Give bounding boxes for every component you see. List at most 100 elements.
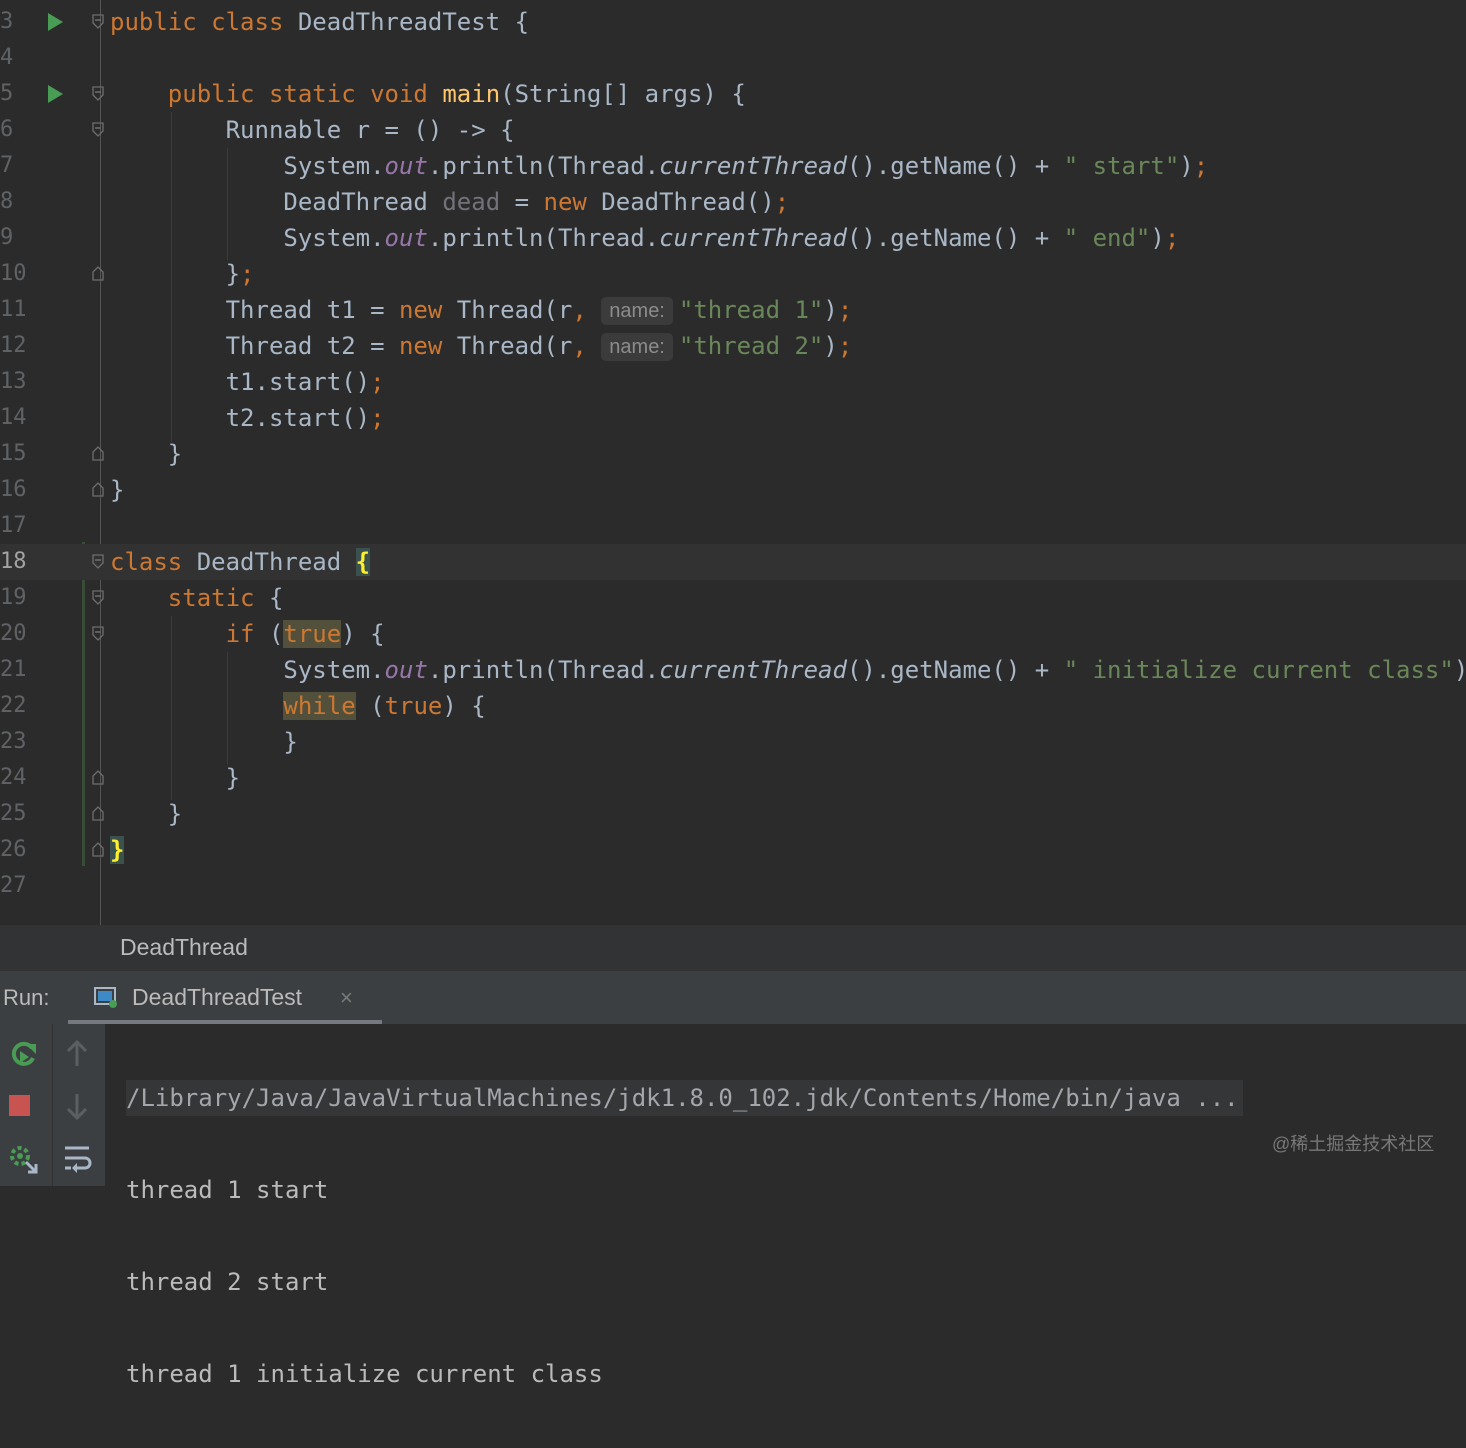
fold-end-icon[interactable] — [92, 842, 104, 857]
run-panel-body: /Library/Java/JavaVirtualMachines/jdk1.8… — [0, 1024, 1466, 1388]
code-text: DeadThread dead = new DeadThread(); — [110, 184, 789, 220]
code-line[interactable]: 21 System.out.println(Thread.currentThre… — [0, 652, 1466, 688]
code-token: ; — [1193, 152, 1209, 180]
code-line[interactable]: 12 Thread t2 = new Thread(r, name: "threa… — [0, 328, 1466, 364]
code-text: } — [110, 760, 240, 796]
code-token: ().getName() + — [846, 656, 1064, 684]
run-play-icon[interactable] — [48, 13, 63, 31]
stop-icon[interactable] — [6, 1088, 42, 1124]
code-line[interactable]: 27 — [0, 868, 1466, 904]
code-token: currentThread — [659, 152, 847, 180]
line-number: 21 — [0, 657, 27, 682]
code-text: Runnable r = () -> { — [110, 112, 515, 148]
code-token: DeadThreadTest { — [297, 8, 530, 36]
fold-collapse-icon[interactable] — [92, 14, 104, 29]
code-line[interactable]: 22 while (true) { — [0, 688, 1466, 724]
code-line[interactable]: 9 System.out.println(Thread.currentThrea… — [0, 220, 1466, 256]
code-line[interactable]: 13 t1.start(); — [0, 364, 1466, 400]
code-line[interactable]: 10 }; — [0, 256, 1466, 292]
code-token: ; — [370, 368, 385, 396]
code-line[interactable]: 14 t2.start(); — [0, 400, 1466, 436]
code-token: out — [384, 656, 428, 684]
run-label: Run: — [3, 985, 50, 1010]
code-token: ; — [370, 404, 385, 432]
code-token: true — [283, 620, 342, 648]
breadcrumb-item[interactable]: DeadThread — [120, 925, 248, 970]
code-line[interactable]: 19 static { — [0, 580, 1466, 616]
code-token: ) — [1454, 656, 1466, 684]
code-text: Thread t2 = new Thread(r, name: "thread 2… — [110, 328, 852, 364]
run-play-icon[interactable] — [48, 85, 63, 103]
code-text: t2.start(); — [110, 400, 385, 436]
code-token: " end" — [1063, 224, 1151, 252]
fold-end-icon[interactable] — [92, 806, 104, 821]
arrow-down-icon[interactable] — [59, 1088, 95, 1124]
code-token: ) — [1179, 152, 1194, 180]
fold-end-icon[interactable] — [92, 770, 104, 785]
line-number: 4 — [0, 45, 14, 70]
code-token: ) { — [341, 620, 385, 648]
code-line[interactable]: 26} — [0, 832, 1466, 868]
code-token: ().getName() + — [846, 152, 1064, 180]
code-line[interactable]: 24 } — [0, 760, 1466, 796]
code-text: while (true) { — [110, 688, 486, 724]
code-line[interactable]: 16} — [0, 472, 1466, 508]
fold-collapse-icon[interactable] — [92, 590, 104, 605]
code-token: out — [384, 224, 428, 252]
code-line[interactable]: 8 DeadThread dead = new DeadThread(); — [0, 184, 1466, 220]
code-line[interactable]: 15 } — [0, 436, 1466, 472]
code-token: ; — [837, 296, 853, 324]
console-line: thread 1 initialize current class — [126, 1360, 603, 1388]
console-icon — [94, 986, 118, 1008]
parameter-hint: name: — [601, 333, 673, 361]
code-token: .println(Thread. — [427, 152, 660, 180]
code-token: ( — [355, 692, 385, 720]
rerun-icon[interactable] — [6, 1036, 42, 1072]
fold-collapse-icon[interactable] — [92, 626, 104, 641]
fold-end-icon[interactable] — [92, 482, 104, 497]
code-token: ) { — [442, 692, 486, 720]
line-number: 9 — [0, 225, 14, 250]
close-icon[interactable]: × — [340, 971, 353, 1024]
code-token: (String[] args) { — [500, 80, 746, 108]
fold-collapse-icon[interactable] — [92, 554, 104, 569]
console-output[interactable]: /Library/Java/JavaVirtualMachines/jdk1.8… — [126, 1024, 1456, 1448]
code-line[interactable]: 18 class DeadThread { — [0, 544, 1466, 580]
code-line[interactable]: 23 } — [0, 724, 1466, 760]
code-line[interactable]: 17 — [0, 508, 1466, 544]
fold-collapse-icon[interactable] — [92, 86, 104, 101]
code-line[interactable]: 25 } — [0, 796, 1466, 832]
code-line[interactable]: 20 if (true) { — [0, 616, 1466, 652]
code-token: } — [110, 440, 183, 468]
console-command-line[interactable]: /Library/Java/JavaVirtualMachines/jdk1.8… — [126, 1080, 1243, 1116]
code-line[interactable]: 4 — [0, 40, 1466, 76]
code-token: ; — [240, 260, 255, 288]
code-token: "thread 1" — [678, 296, 824, 324]
code-token: " initialize current class" — [1063, 656, 1454, 684]
fold-end-icon[interactable] — [92, 266, 104, 281]
code-text: public static void main(String[] args) { — [110, 76, 746, 112]
restore-layout-icon[interactable] — [6, 1140, 42, 1176]
code-token: } — [110, 476, 125, 504]
code-token: new — [398, 332, 457, 360]
code-text: } — [110, 436, 182, 472]
code-line[interactable]: 6 Runnable r = () -> { — [0, 112, 1466, 148]
run-tab[interactable]: DeadThreadTest × — [68, 971, 382, 1024]
code-token: DeadThread() — [601, 188, 775, 216]
arrow-up-icon[interactable] — [59, 1036, 95, 1072]
code-line[interactable]: 3 public class DeadThreadTest { — [0, 4, 1466, 40]
code-line[interactable]: 5 public static void main(String[] args)… — [0, 76, 1466, 112]
code-line[interactable]: 7 System.out.println(Thread.currentThrea… — [0, 148, 1466, 184]
code-token: ) — [823, 296, 838, 324]
soft-wrap-icon[interactable] — [59, 1140, 95, 1176]
code-text: System.out.println(Thread.currentThread(… — [110, 148, 1208, 184]
line-number: 11 — [0, 297, 27, 322]
watermark: @稀土掘金技术社区 — [1272, 1134, 1435, 1154]
fold-end-icon[interactable] — [92, 446, 104, 461]
code-line[interactable]: 11 Thread t1 = new Thread(r, name: "threa… — [0, 292, 1466, 328]
fold-collapse-icon[interactable] — [92, 122, 104, 137]
code-editor[interactable]: 3 public class DeadThreadTest { 4 5 public … — [0, 0, 1466, 925]
